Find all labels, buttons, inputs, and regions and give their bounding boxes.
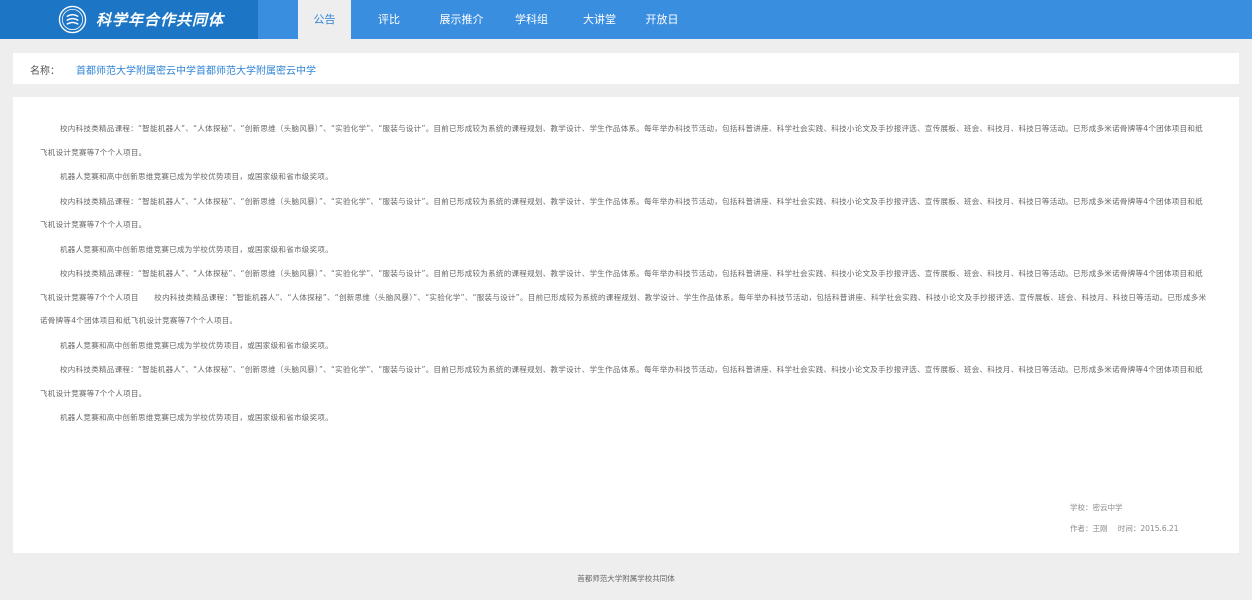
- article-time: 时间：2015.6.21: [1117, 524, 1179, 533]
- article-panel: 校内科技类精品课程：“智能机器人”、“人体探秘”、“创新思维（头脑风暴）”、“实…: [13, 97, 1239, 553]
- name-label: 名称：: [30, 66, 60, 77]
- nav-item-announcements[interactable]: 公告: [298, 0, 351, 39]
- site-title: 科学年合作共同体: [96, 11, 225, 29]
- main-nav: 公告 评比 展示推介 学科组 大讲堂 开放日: [298, 0, 692, 39]
- article-paragraph: 校内科技类精品课程：“智能机器人”、“人体探秘”、“创新思维（头脑风暴）”、“实…: [40, 269, 1207, 325]
- article-paragraph: 机器人竞赛和高中创新思维竞赛已成为学校优势项目，或国家级和省市级奖项。: [60, 172, 333, 181]
- name-value: 首都师范大学附属密云中学首都师范大学附属密云中学: [76, 66, 316, 77]
- article-paragraph: 机器人竞赛和高中创新思维竞赛已成为学校优势项目，或国家级和省市级奖项。: [60, 244, 333, 254]
- nav-item-open-day[interactable]: 开放日: [632, 0, 692, 39]
- article-body: 校内科技类精品课程：“智能机器人”、“人体探秘”、“创新思维（头脑风暴）”、“实…: [40, 117, 1210, 431]
- article-paragraph: 校内科技类精品课程：“智能机器人”、“人体探秘”、“创新思维（头脑风暴）”、“实…: [40, 365, 1203, 398]
- nav-item-lecture-hall[interactable]: 大讲堂: [567, 0, 632, 39]
- article-paragraph: 校内科技类精品课程：“智能机器人”、“人体探秘”、“创新思维（头脑风暴）”、“实…: [40, 196, 1203, 230]
- school-emblem-icon: [58, 5, 87, 34]
- article-paragraph: 机器人竞赛和高中创新思维竞赛已成为学校优势项目，或国家级和省市级奖项。: [60, 413, 333, 422]
- nav-item-evaluation[interactable]: 评比: [351, 0, 427, 39]
- site-logo[interactable]: 科学年合作共同体: [0, 0, 258, 39]
- nav-item-showcase[interactable]: 展示推介: [427, 0, 496, 39]
- nav-item-subject-groups[interactable]: 学科组: [496, 0, 567, 39]
- article-author-line: 作者：王刚 时间：2015.6.21: [1070, 523, 1187, 534]
- top-navigation-bar: 科学年合作共同体 公告 评比 展示推介 学科组 大讲堂 开放日: [0, 0, 1252, 39]
- article-paragraph: 校内科技类精品课程：“智能机器人”、“人体探秘”、“创新思维（头脑风暴）”、“实…: [40, 124, 1203, 157]
- article-school: 学校：密云中学: [1070, 503, 1123, 512]
- page-footer: 首都师范大学附属学校共同体: [577, 574, 675, 583]
- article-author: 作者：王刚: [1070, 524, 1108, 533]
- article-paragraph: 机器人竞赛和高中创新思维竞赛已成为学校优势项目，或国家级和省市级奖项。: [60, 340, 333, 350]
- name-bar: 名称： 首都师范大学附属密云中学首都师范大学附属密云中学: [13, 53, 1239, 84]
